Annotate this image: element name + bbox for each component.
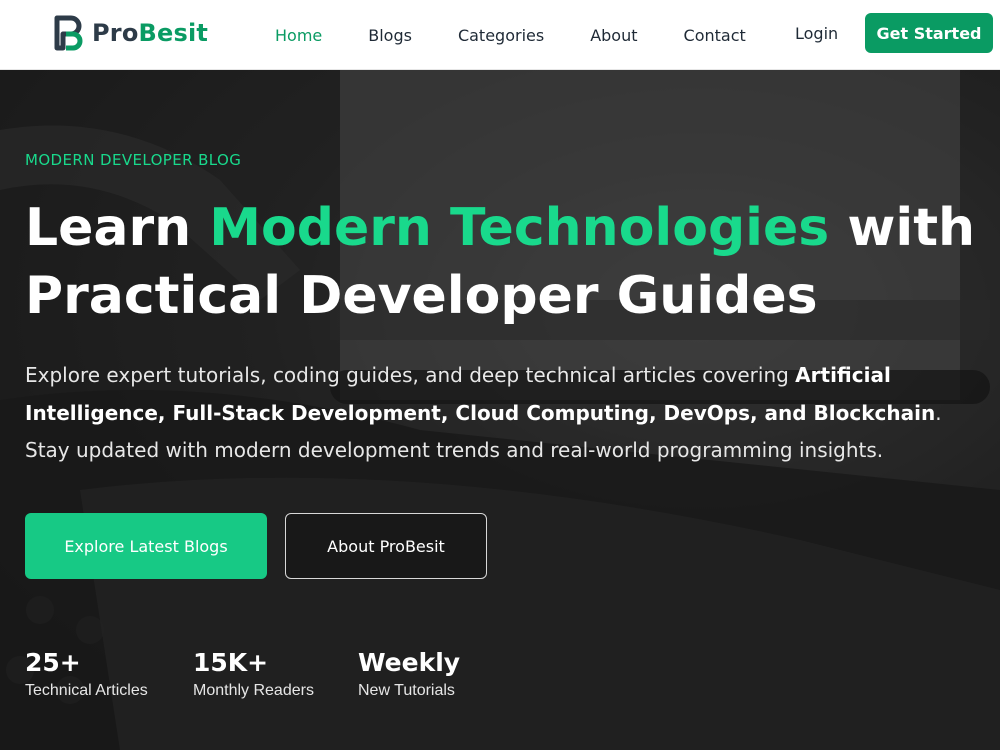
brand-name: ProBesit: [92, 19, 209, 47]
stat-label: Technical Articles: [25, 682, 148, 699]
nav-contact[interactable]: Contact: [684, 26, 746, 45]
hero-eyebrow: MODERN DEVELOPER BLOG: [25, 151, 242, 169]
about-probesit-button[interactable]: About ProBesit: [285, 513, 487, 579]
nav-categories[interactable]: Categories: [458, 26, 544, 45]
brand-logo[interactable]: ProBesit: [54, 15, 208, 51]
stat-readers: 15K+ Monthly Readers: [193, 646, 314, 700]
headline-highlight: Modern Technologies: [209, 198, 830, 258]
nav-about[interactable]: About: [590, 26, 637, 45]
stat-value: 25+: [25, 648, 81, 677]
top-navbar: ProBesit Home Blogs Categories About Con…: [0, 0, 1000, 70]
nav-home[interactable]: Home: [275, 26, 322, 45]
hero-description: Explore expert tutorials, coding guides,…: [25, 363, 942, 462]
get-started-button[interactable]: Get Started: [865, 13, 993, 53]
stat-value: Weekly: [358, 648, 461, 677]
stat-value: 15K+: [193, 648, 269, 677]
hero-headline: Learn Modern Technologies with Practical…: [25, 194, 985, 330]
stat-tutorials: Weekly New Tutorials: [358, 646, 460, 700]
headline-pre: Learn: [25, 198, 210, 258]
hero-section: MODERN DEVELOPER BLOG Learn Modern Techn…: [0, 70, 1000, 750]
explore-blogs-button[interactable]: Explore Latest Blogs: [25, 513, 267, 579]
main-nav: Home Blogs Categories About Contact: [275, 0, 792, 70]
stat-articles: 25+ Technical Articles: [25, 646, 148, 700]
nav-blogs[interactable]: Blogs: [368, 26, 412, 45]
login-link[interactable]: Login: [795, 24, 838, 43]
stat-label: Monthly Readers: [193, 682, 314, 699]
pb-monogram-icon: [54, 15, 83, 51]
stat-label: New Tutorials: [358, 682, 455, 699]
